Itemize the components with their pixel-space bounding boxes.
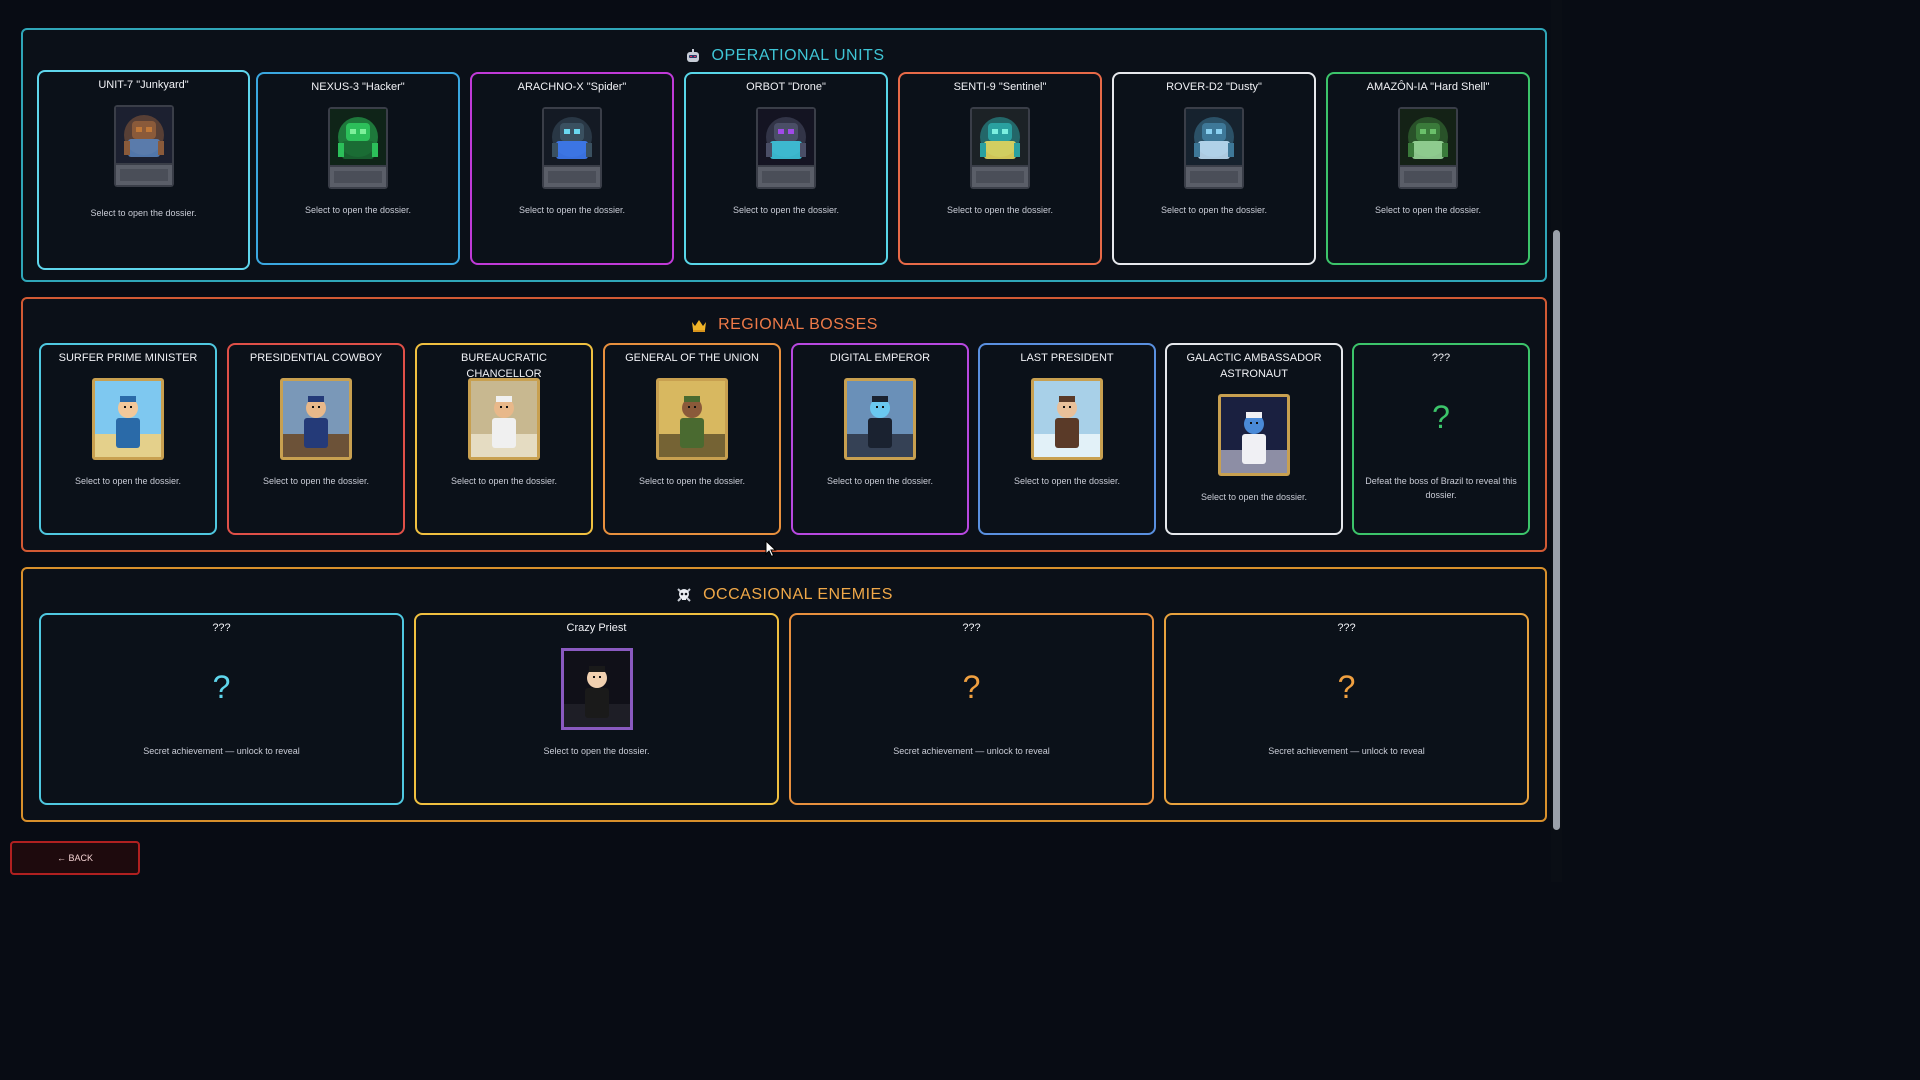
spider-robot-portrait <box>542 107 602 189</box>
units-card[interactable]: UNIT-7 "Junkyard" Select to open the dos… <box>37 70 250 270</box>
crown-icon <box>690 316 708 334</box>
card-title: ??? <box>1431 352 1451 364</box>
surfer-portrait <box>92 378 164 460</box>
units-card[interactable]: ORBOT "Drone" Select to open the dossier… <box>684 72 888 265</box>
crazy-priest-portrait <box>556 648 638 730</box>
card-hint: Select to open the dossier. <box>543 746 650 756</box>
rover-robot-portrait <box>1184 107 1244 189</box>
units-card[interactable]: AMAZÔN-IA "Hard Shell" Select to open th… <box>1326 72 1530 265</box>
card-title: GALACTIC AMBASSADOR ASTRONAUT <box>1186 352 1322 380</box>
operational-units-title: OPERATIONAL UNITS <box>711 47 885 64</box>
units-card[interactable]: SENTI-9 "Sentinel" Select to open the do… <box>898 72 1102 265</box>
question-mark-icon: ? <box>212 669 231 705</box>
question-mark-icon: ? <box>1432 399 1450 435</box>
card-hint: Select to open the dossier. <box>518 205 626 215</box>
bestiary-scroll-area[interactable]: OPERATIONAL UNITS UNIT-7 "Junkyard" Sele… <box>0 0 1552 882</box>
card-title: NEXUS-3 "Hacker" <box>311 81 405 93</box>
card-hint: Select to open the dossier. <box>90 208 197 218</box>
bosses-card[interactable]: LAST PRESIDENT Select to open the dossie… <box>978 343 1156 535</box>
units-card[interactable]: NEXUS-3 "Hacker" Select to open the doss… <box>256 72 460 265</box>
occasional-enemies-title: OCCASIONAL ENEMIES <box>703 586 893 603</box>
bosses-card[interactable]: BUREAUCRATIC CHANCELLOR Select to open t… <box>415 343 593 535</box>
regional-bosses-title: REGIONAL BOSSES <box>718 316 878 333</box>
enemies-card[interactable]: Crazy Priest Select to open the dossier. <box>414 613 779 805</box>
card-hint: Select to open the dossier. <box>450 476 558 486</box>
bosses-card[interactable]: DIGITAL EMPEROR Select to open the dossi… <box>791 343 969 535</box>
operational-units-section: OPERATIONAL UNITS UNIT-7 "Junkyard" Sele… <box>21 28 1547 282</box>
scrollbar-thumb[interactable] <box>1553 230 1560 830</box>
hacker-robot-portrait <box>328 107 388 189</box>
units-card[interactable]: ROVER-D2 "Dusty" Select to open the doss… <box>1112 72 1316 265</box>
card-hint: Select to open the dossier. <box>1160 205 1268 215</box>
card-hint: Secret achievement — unlock to reveal <box>893 746 1050 756</box>
astronaut-portrait <box>1218 394 1290 476</box>
card-hint: Select to open the dossier. <box>1013 476 1121 486</box>
drone-robot-portrait <box>756 107 816 189</box>
card-title: ARACHNO-X "Spider" <box>517 81 627 93</box>
robot-head-icon <box>684 47 702 65</box>
card-hint: Select to open the dossier. <box>1374 205 1482 215</box>
card-hint: Defeat the boss of Brazil to reveal this… <box>1365 476 1517 500</box>
card-hint: Select to open the dossier. <box>304 205 412 215</box>
card-title: ORBOT "Drone" <box>746 81 826 93</box>
occasional-enemies-section: OCCASIONAL ENEMIES ???? Secret achievemen… <box>21 567 1547 822</box>
card-title: DIGITAL EMPEROR <box>829 352 931 364</box>
bosses-card[interactable]: ???? Defeat the boss of Brazil to reveal … <box>1352 343 1530 535</box>
card-title: ??? <box>1337 622 1356 634</box>
cowboy-portrait <box>280 378 352 460</box>
card-hint: Select to open the dossier. <box>946 205 1054 215</box>
regional-bosses-header: REGIONAL BOSSES <box>23 316 1545 334</box>
regional-bosses-section: REGIONAL BOSSES SURFER PRIME MINISTER Se… <box>21 297 1547 552</box>
president-portrait <box>1031 378 1103 460</box>
enemies-card[interactable]: ???? Secret achievement — unlock to revea… <box>789 613 1154 805</box>
operational-units-header: OPERATIONAL UNITS <box>23 47 1545 65</box>
bosses-card[interactable]: PRESIDENTIAL COWBOY Select to open the d… <box>227 343 405 535</box>
mouse-cursor-icon <box>765 540 777 558</box>
card-title: LAST PRESIDENT <box>1020 352 1114 364</box>
sentinel-robot-portrait <box>970 107 1030 189</box>
question-mark-icon: ? <box>962 669 981 705</box>
card-title: AMAZÔN-IA "Hard Shell" <box>1366 81 1490 93</box>
skull-crossbones-icon <box>675 586 693 604</box>
bosses-card[interactable]: SURFER PRIME MINISTER Select to open the… <box>39 343 217 535</box>
emperor-portrait <box>844 378 916 460</box>
card-title: ??? <box>962 622 981 634</box>
card-title: SENTI-9 "Sentinel" <box>953 81 1047 93</box>
card-title: ??? <box>212 622 231 634</box>
enemies-card[interactable]: ???? Secret achievement — unlock to revea… <box>1164 613 1529 805</box>
card-title: PRESIDENTIAL COWBOY <box>249 352 383 364</box>
question-mark-icon: ? <box>1337 669 1356 705</box>
chancellor-portrait <box>468 378 540 460</box>
card-hint: Select to open the dossier. <box>1200 492 1308 502</box>
hardshell-robot-portrait <box>1398 107 1458 189</box>
junkyard-robot-portrait <box>113 105 174 187</box>
occasional-enemies-header: OCCASIONAL ENEMIES <box>23 586 1545 604</box>
card-hint: Secret achievement — unlock to reveal <box>143 746 300 756</box>
card-hint: Secret achievement — unlock to reveal <box>1268 746 1425 756</box>
card-hint: Select to open the dossier. <box>826 476 934 486</box>
bosses-card[interactable]: GENERAL OF THE UNION Select to open the … <box>603 343 781 535</box>
card-hint: Select to open the dossier. <box>638 476 746 486</box>
card-title: GENERAL OF THE UNION <box>625 352 759 364</box>
card-hint: Select to open the dossier. <box>74 476 182 486</box>
units-card[interactable]: ARACHNO-X "Spider" Select to open the do… <box>470 72 674 265</box>
card-title: UNIT-7 "Junkyard" <box>98 79 189 91</box>
card-hint: Select to open the dossier. <box>732 205 840 215</box>
enemies-card[interactable]: ???? Secret achievement — unlock to revea… <box>39 613 404 805</box>
card-title: SURFER PRIME MINISTER <box>58 352 198 364</box>
card-title: Crazy Priest <box>566 622 627 634</box>
card-hint: Select to open the dossier. <box>262 476 370 486</box>
bosses-card[interactable]: GALACTIC AMBASSADOR ASTRONAUT Select to … <box>1165 343 1343 535</box>
card-title: ROVER-D2 "Dusty" <box>1166 81 1262 93</box>
general-portrait <box>656 378 728 460</box>
back-button[interactable]: ← BACK <box>10 841 140 875</box>
